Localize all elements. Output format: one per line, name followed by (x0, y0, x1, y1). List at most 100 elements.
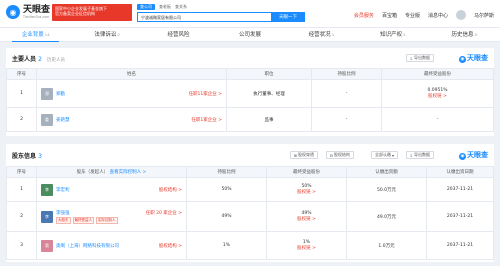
shareholder-ratio: 49% (186, 201, 267, 232)
benefit-chain-link[interactable]: 股权链 > (382, 93, 493, 99)
row-no: 1 (6, 177, 37, 202)
top-header: ◉ 天眼查 TianYanCha.com 国家中小企业发展子基金旗下 官方备案企… (0, 0, 500, 28)
tab-label: 经营状况 (308, 32, 331, 38)
tab-label: 历史信息 (451, 32, 474, 38)
chevron-down-icon: ▾ (391, 152, 394, 158)
shareholder-name[interactable]: 李强强 (56, 210, 70, 216)
person-jobs-link[interactable]: 任职11家企业 > (189, 91, 226, 97)
nav-messages[interactable]: 消息中心 (428, 12, 448, 19)
col-date: 认缴出资日期 (426, 166, 494, 178)
person-jobs-link[interactable]: 任职1家企业 > (191, 117, 226, 123)
logo[interactable]: ◉ 天眼查 TianYanCha.com (6, 5, 50, 19)
tag-controller: 实际控制人 (96, 216, 118, 224)
tab-risk[interactable]: 经营风险 (143, 28, 214, 41)
shareholder-section: 股东信息 3 ⊞ 股权穿透 ⊟ 股权结构 全部认缴 ▾ ⇩ 导出数据 ◉ 天眼查 序号 股… (6, 144, 494, 262)
benefit-chain-link[interactable]: 股权链 > (267, 189, 346, 195)
shareholder-jobs-link[interactable]: 任职 20 家企业 > (146, 210, 186, 216)
row-no: 2 (6, 201, 37, 232)
official-banner[interactable]: 国家中小企业发展子基金旗下 官方备案企业征信机构 (52, 4, 132, 21)
shareholder-structure-link[interactable]: 股权结构 > (159, 187, 186, 193)
equity-penetration-button[interactable]: ⊞ 股权穿透 (289, 151, 318, 159)
watermark: ◉ 天眼查 (459, 54, 488, 63)
col-benefit: 最终受益股份 (266, 166, 347, 178)
tag-beneficiary: 最终受益人 (72, 216, 94, 224)
top-nav: 会员服务 百宝箱 专业版 消息中心 马尔萨斯 (354, 10, 494, 20)
shareholder-name[interactable]: 李宏利 (56, 187, 70, 193)
watermark-icon: ◉ (459, 56, 466, 63)
nav-toolbox[interactable]: 百宝箱 (382, 12, 397, 19)
shareholder-ratio: 50% (186, 177, 267, 202)
row-no: 2 (6, 107, 37, 132)
benefit-chain-link[interactable]: 股权链 > (267, 245, 346, 251)
staff-section: 主要人员 2 历史人员 ⇩ 导出数据 ◉ 天眼查 序号 姓名 职位 持股比例 最终受… (6, 48, 494, 136)
col-benefit: 最终受益股份 (381, 68, 494, 80)
staff-history-link[interactable]: 历史人员 (47, 58, 65, 63)
shareholder-amount: 1.0万元 (346, 231, 427, 260)
nav-pro[interactable]: 专业版 (405, 12, 420, 19)
shareholder-date: 2037-11-21 (426, 201, 494, 232)
equity-structure-button[interactable]: ⊟ 股权结构 (325, 151, 354, 159)
tab-count: 2 (403, 32, 406, 37)
shareholder-name[interactable]: 奥啊（上海）网络科技有限公司 (56, 243, 119, 249)
table-row: 2 李 李强强 任职 20 家企业 > 大股东 最终受益人 实际控制人 49% 4… (6, 201, 494, 232)
tab-operations[interactable]: 经营状况1 (286, 28, 357, 41)
actual-controller-link[interactable]: 查看实际控制人 > (110, 170, 147, 175)
tab-count: 1 (331, 32, 335, 37)
search-tab-relation[interactable]: 查关系 (175, 4, 187, 10)
col-no: 序号 (6, 166, 37, 178)
watermark-icon: ◉ (459, 153, 466, 160)
nav-vip[interactable]: 会员服务 (354, 12, 374, 19)
watermark: ◉ 天眼查 (459, 151, 488, 160)
tab-lawsuits[interactable]: 法律诉讼0 (71, 28, 142, 41)
tab-label: 公司发展 (238, 32, 261, 38)
col-position: 职位 (226, 68, 312, 80)
tab-background[interactable]: 企业背景14 (0, 28, 71, 42)
col-shareholder: 股东（发起人） 查看实际控制人 > (36, 166, 187, 178)
shareholder-structure-link[interactable]: 股权结构 > (159, 243, 186, 249)
tab-label: 经营风险 (167, 32, 190, 38)
staff-table: 序号 姓名 职位 持股比例 最终受益股份 1 郑 郑勤 任职11家企业 > 执行… (6, 68, 494, 132)
tab-history[interactable]: 历史信息9 (429, 28, 500, 41)
benefit-chain-link[interactable]: 股权链 > (267, 216, 346, 222)
section-tabs: 企业背景14 法律诉讼0 经营风险 公司发展 经营状况1 知识产权2 历史信息9 (0, 28, 500, 42)
tab-label: 企业背景 (21, 32, 44, 38)
subscribe-filter-select[interactable]: 全部认缴 ▾ (370, 151, 398, 159)
row-no: 1 (6, 79, 37, 108)
person-name[interactable]: 姜艳慧 (56, 117, 70, 123)
person-position: 监事 (226, 107, 312, 132)
shareholder-date: 2037-11-21 (426, 177, 494, 202)
search-tabs: 查公司 查老板 查关系 (137, 4, 187, 10)
user-avatar[interactable] (455, 10, 466, 20)
shareholder-amount: 50.0万元 (346, 177, 427, 202)
tab-ip[interactable]: 知识产权2 (357, 28, 428, 41)
person-benefit: - (381, 107, 494, 132)
shareholder-export-button[interactable]: ⇩ 导出数据 (405, 151, 434, 159)
tab-count: 0 (117, 32, 120, 37)
staff-title: 主要人员 2 历史人员 (12, 56, 66, 63)
tab-label: 知识产权 (380, 32, 403, 38)
tab-development[interactable]: 公司发展 (214, 28, 285, 41)
search-input[interactable]: 宁波诚微家居有限公司 (137, 12, 271, 22)
table-row: 2 姜 姜艳慧 任职1家企业 > 监事 - - (6, 107, 494, 132)
shareholder-table: 序号 股东（发起人） 查看实际控制人 > 持股比例 最终受益股份 认缴出资额 认… (6, 166, 494, 260)
staff-export-button[interactable]: ⇩ 导出数据 (405, 54, 434, 62)
search-tab-boss[interactable]: 查老板 (159, 4, 171, 10)
person-ratio: - (311, 79, 382, 108)
person-position: 执行董事、经理 (226, 79, 312, 108)
col-ratio: 持股比例 (311, 68, 382, 80)
logo-icon: ◉ (6, 5, 20, 19)
col-amount: 认缴出资额 (346, 166, 427, 178)
shareholder-title: 股东信息 3 (12, 153, 42, 160)
col-ratio: 持股比例 (186, 166, 267, 178)
shareholder-ratio: 1% (186, 231, 267, 260)
avatar: 李 (41, 183, 53, 196)
search-button[interactable]: 天眼一下 (271, 12, 305, 22)
nav-user[interactable]: 马尔萨斯 (474, 12, 494, 19)
search-tab-company[interactable]: 查公司 (137, 4, 155, 10)
person-name[interactable]: 郑勤 (56, 91, 65, 97)
table-row: 1 李 李宏利 股权结构 > 50% 50% 股权链 > 50.0万元 2037-… (6, 177, 494, 202)
tree-icon: ⊞ (293, 152, 297, 158)
table-row: 1 郑 郑勤 任职11家企业 > 执行董事、经理 - 0.0951% 股权链 > (6, 79, 494, 108)
avatar: 李 (41, 210, 53, 223)
download-icon: ⇩ (409, 55, 413, 61)
